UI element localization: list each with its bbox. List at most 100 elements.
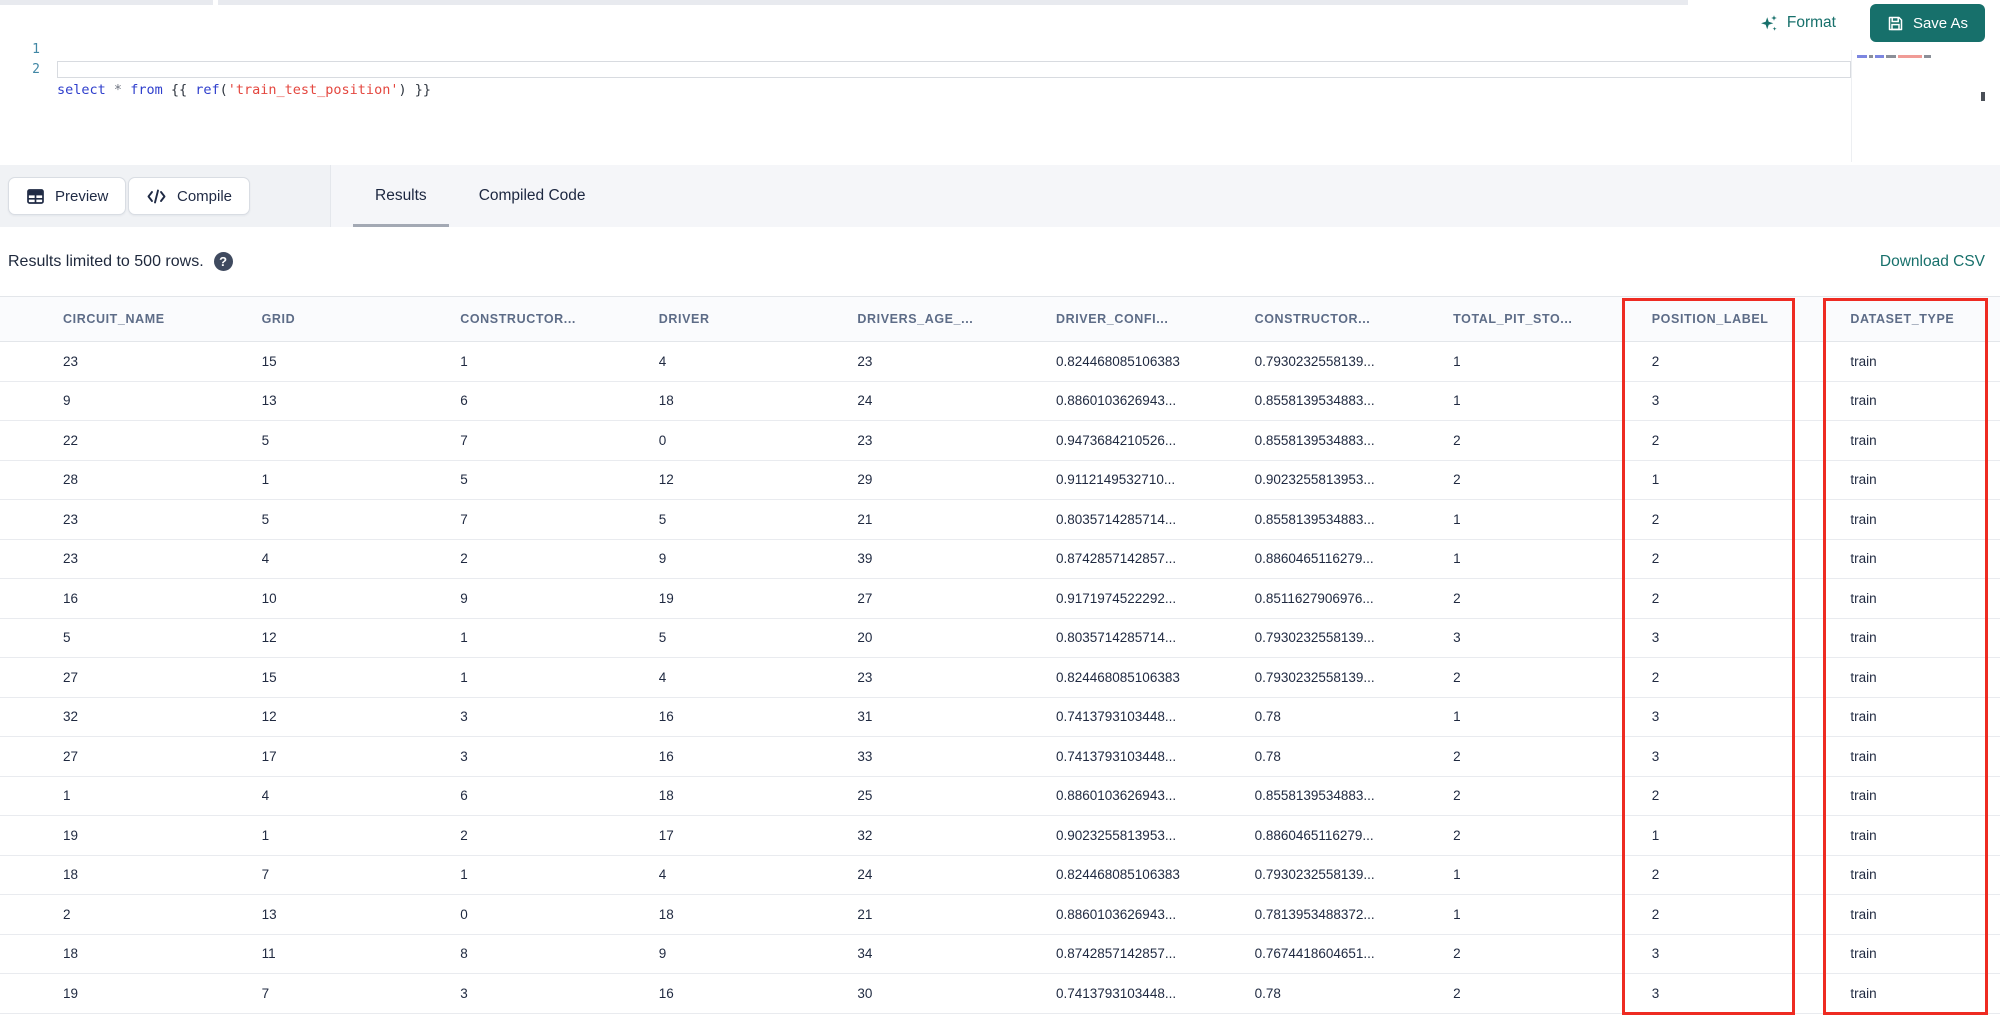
table-cell: 2 — [1453, 432, 1461, 448]
table-cell: 0.8558139534883... — [1254, 511, 1375, 527]
column-header[interactable]: CONSTRUCTOR... — [460, 312, 659, 326]
table-grid-icon — [26, 187, 45, 206]
minimap-code-line — [1857, 55, 1931, 58]
column-header[interactable]: GRID — [262, 312, 461, 326]
table-cell: 0.9473684210526... — [1055, 432, 1177, 448]
tab-results[interactable]: Results — [349, 165, 453, 227]
table-cell: 7 — [460, 511, 468, 527]
table-cell: 1 — [460, 867, 468, 883]
table-cell: 7 — [460, 432, 468, 448]
table-cell: 0.7413793103448... — [1055, 985, 1177, 1001]
table-cell: 13 — [261, 906, 277, 922]
top-strip — [0, 0, 1688, 5]
table-cell: 4 — [658, 867, 667, 883]
compile-button[interactable]: Compile — [128, 177, 251, 215]
table-cell: 1 — [1453, 867, 1461, 883]
table-row: 9 13 6 18 24 0.8860103626943... 0.855813953488… — [0, 381, 2000, 421]
table-cell: 3 — [460, 709, 468, 725]
table-cell: train — [1850, 669, 1877, 685]
table-cell: 2 — [1453, 748, 1461, 764]
tab-compiled-code[interactable]: Compiled Code — [453, 165, 612, 227]
table-cell: 17 — [261, 748, 277, 764]
table-cell: 0.7813953488372... — [1254, 906, 1375, 922]
table-cell: 9 — [658, 946, 667, 962]
table-cell: 2 — [1651, 669, 1660, 685]
table-cell: 2 — [460, 551, 468, 567]
table-cell: train — [1850, 906, 1877, 922]
column-header[interactable]: POSITION_LABEL — [1652, 312, 1851, 326]
help-icon[interactable]: ? — [213, 252, 233, 271]
column-header[interactable]: DRIVER_CONFI... — [1056, 312, 1255, 326]
table-cell: 3 — [460, 985, 468, 1001]
table-cell: 32 — [857, 827, 873, 843]
table-cell: 9 — [460, 590, 468, 606]
table-cell: 12 — [658, 472, 674, 488]
table-cell: 8 — [460, 946, 468, 962]
save-icon — [1887, 15, 1904, 32]
table-cell: 1 — [1453, 551, 1461, 567]
table-cell: 5 — [658, 630, 667, 646]
table-cell: 0.7930232558139... — [1254, 669, 1375, 685]
table-row: 19 7 3 16 30 0.7413793103448... 0.78 2 3 train — [0, 974, 2000, 1014]
table-cell: 0.7674418604651... — [1254, 946, 1375, 962]
table-cell: 2 — [1651, 432, 1660, 448]
table-cell: 4 — [658, 669, 667, 685]
code-editor[interactable]: select * from {{ ref('train_test_positio… — [57, 40, 431, 140]
table-cell: 10 — [261, 590, 277, 606]
format-button-label: Format — [1786, 14, 1836, 31]
table-cell: 3 — [1651, 748, 1660, 764]
table-cell: 0.78 — [1254, 748, 1281, 764]
table-cell: 1 — [261, 472, 270, 488]
table-row: 22 5 7 0 23 0.9473684210526... 0.8558139534883… — [0, 421, 2000, 461]
table-cell: 16 — [658, 709, 674, 725]
table-cell: 24 — [857, 867, 873, 883]
download-csv-link[interactable]: Download CSV — [1880, 227, 1985, 296]
format-button[interactable]: Format — [1753, 13, 1842, 34]
column-header[interactable]: CONSTRUCTOR... — [1255, 312, 1454, 326]
table-cell: 0.8860103626943... — [1055, 788, 1177, 804]
table-cell: 0.8860103626943... — [1055, 906, 1177, 922]
table-cell: 31 — [857, 709, 873, 725]
table-cell: 16 — [658, 985, 674, 1001]
table-cell: 2 — [1453, 669, 1461, 685]
table-cell: 21 — [857, 906, 873, 922]
table-cell: 1 — [460, 630, 468, 646]
table-cell: 24 — [857, 393, 873, 409]
column-header[interactable]: DRIVER — [659, 312, 858, 326]
column-header[interactable]: DATASET_TYPE — [1850, 312, 2000, 326]
column-header[interactable]: CIRCUIT_NAME — [63, 312, 262, 326]
table-cell: 2 — [1453, 985, 1461, 1001]
save-as-button[interactable]: Save As — [1869, 4, 1985, 42]
table-cell: 2 — [1453, 472, 1461, 488]
table-cell: 0.7413793103448... — [1055, 748, 1177, 764]
column-header[interactable]: DRIVERS_AGE_... — [857, 312, 1056, 326]
preview-button[interactable]: Preview — [8, 177, 127, 215]
table-row: 27 17 3 16 33 0.7413793103448... 0.78 2 3 train — [0, 737, 2000, 777]
code-line-2-empty[interactable] — [57, 61, 1851, 78]
code-line-1[interactable]: select * from {{ ref('train_test_positio… — [57, 80, 431, 100]
table-cell: 1 — [1651, 827, 1660, 843]
line-number-gutter: 1 2 — [0, 40, 40, 80]
table-row: 32 12 3 16 31 0.7413793103448... 0.78 1 3 train — [0, 697, 2000, 737]
results-info-bar: Results limited to 500 rows. ? Download … — [0, 227, 2000, 296]
app-root: Format Save As 1 2 select * from {{ ref(… — [0, 0, 2000, 1020]
table-cell: 18 — [63, 867, 79, 883]
editor-minimap[interactable] — [1851, 50, 1985, 162]
column-header[interactable]: TOTAL_PIT_STO... — [1453, 312, 1652, 326]
table-cell: 21 — [857, 511, 873, 527]
table-cell: 1 — [1453, 393, 1461, 409]
table-cell: 34 — [857, 946, 873, 962]
table-cell: 1 — [63, 788, 71, 804]
table-cell: 23 — [857, 432, 873, 448]
table-cell: 18 — [658, 393, 674, 409]
table-cell: 2 — [1651, 511, 1660, 527]
table-cell: 1 — [1453, 709, 1461, 725]
table-cell: 2 — [1651, 353, 1660, 369]
table-cell: 2 — [1651, 906, 1660, 922]
table-cell: 16 — [63, 590, 79, 606]
table-row: 19 1 2 17 32 0.9023255813953... 0.886046511627… — [0, 816, 2000, 856]
table-cell: 23 — [857, 669, 873, 685]
table-cell: 0.8558139534883... — [1254, 788, 1375, 804]
table-cell: 0.8742857142857... — [1055, 551, 1177, 567]
table-cell: 1 — [261, 827, 270, 843]
